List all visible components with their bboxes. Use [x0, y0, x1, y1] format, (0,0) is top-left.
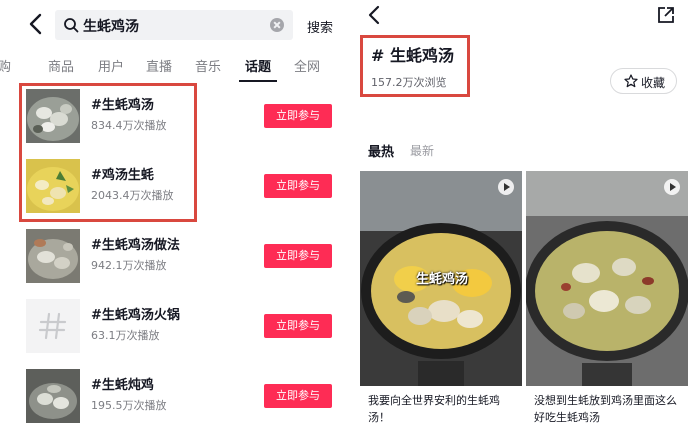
- topic-title: #鸡汤生蚝: [91, 168, 154, 183]
- topic-play-count: 63.1万次播放: [91, 329, 160, 342]
- join-button[interactable]: 立即参与: [264, 384, 332, 408]
- topic-play-count: 834.4万次播放: [91, 119, 167, 132]
- topic-row[interactable]: #生蚝鸡汤火锅 63.1万次播放 立即参与: [0, 292, 346, 360]
- tab-all-web[interactable]: 全网: [294, 56, 320, 75]
- favorite-button[interactable]: 收藏: [610, 68, 677, 94]
- category-tabs: 购 商品 用户 直播 音乐 话题 全网: [0, 52, 346, 82]
- join-button[interactable]: 立即参与: [264, 314, 332, 338]
- join-button[interactable]: 立即参与: [264, 104, 332, 128]
- topic-thumbnail: [26, 159, 80, 213]
- topic-play-count: 942.1万次播放: [91, 259, 167, 272]
- search-results-pane: 生蚝鸡汤 搜索 购 商品 用户 直播 音乐 话题 全网 #生蚝鸡汤 834.4万…: [0, 0, 346, 446]
- tab-music[interactable]: 音乐: [195, 56, 221, 75]
- topic-title: # 生蚝鸡汤: [371, 46, 454, 65]
- topic-play-count: 2043.4万次播放: [91, 189, 174, 202]
- topic-view-count: 157.2万次浏览: [371, 76, 447, 89]
- topic-row[interactable]: #生蚝鸡汤 834.4万次播放 立即参与: [0, 82, 346, 150]
- search-header: 生蚝鸡汤 搜索: [0, 0, 346, 48]
- hash-placeholder-icon: [26, 299, 80, 353]
- share-icon[interactable]: [657, 6, 675, 24]
- clear-icon[interactable]: [270, 18, 284, 32]
- topic-title: #生蚝鸡汤火锅: [91, 308, 180, 323]
- chevron-left-icon[interactable]: [366, 5, 384, 25]
- video-caption: 没想到生蚝放到鸡汤里面这么好吃生蚝鸡汤: [534, 394, 677, 424]
- topic-play-count: 195.5万次播放: [91, 399, 167, 412]
- video-caption: 我要向全世界安利的生蚝鸡汤！: [368, 394, 500, 424]
- search-icon: [64, 18, 79, 33]
- topic-title: #生蚝炖鸡: [91, 378, 154, 393]
- topic-title: #生蚝鸡汤: [91, 98, 154, 113]
- video-card[interactable]: 生蚝鸡汤 我要向全世界安利的生蚝鸡汤！: [360, 171, 522, 446]
- favorite-label: 收藏: [641, 76, 666, 90]
- topic-thumbnail: [26, 229, 80, 283]
- topic-row[interactable]: #生蚝炖鸡 195.5万次播放 立即参与: [0, 362, 346, 430]
- tab-live[interactable]: 直播: [146, 56, 172, 75]
- video-thumbnail: [526, 171, 688, 386]
- search-input[interactable]: 生蚝鸡汤: [55, 10, 293, 40]
- sort-hot-tab[interactable]: 最热: [368, 141, 394, 160]
- search-button[interactable]: 搜索: [307, 17, 333, 36]
- join-button[interactable]: 立即参与: [264, 244, 332, 268]
- tab-topics[interactable]: 话题: [245, 56, 271, 75]
- search-query-text: 生蚝鸡汤: [83, 19, 139, 35]
- star-icon: [624, 74, 638, 88]
- play-icon: [498, 179, 514, 195]
- chevron-left-icon[interactable]: [26, 13, 46, 35]
- tab-users[interactable]: 用户: [98, 56, 124, 75]
- topic-detail-pane: # 生蚝鸡汤 157.2万次浏览 收藏 最热 最新 生蚝鸡汤 我要向全世界安利的…: [354, 0, 694, 446]
- topic-title: #生蚝鸡汤做法: [91, 238, 180, 253]
- video-overlay-text: 生蚝鸡汤: [416, 272, 469, 287]
- pane-divider: [346, 0, 354, 446]
- join-button[interactable]: 立即参与: [264, 174, 332, 198]
- video-card[interactable]: 没想到生蚝放到鸡汤里面这么好吃生蚝鸡汤: [526, 171, 688, 446]
- tab-shop[interactable]: 购: [0, 56, 11, 75]
- topic-row[interactable]: #鸡汤生蚝 2043.4万次播放 立即参与: [0, 152, 346, 220]
- play-icon: [664, 179, 680, 195]
- video-thumbnail: 生蚝鸡汤: [360, 171, 522, 386]
- topic-thumbnail: [26, 369, 80, 423]
- sort-new-tab[interactable]: 最新: [410, 142, 434, 159]
- topic-row[interactable]: #生蚝鸡汤做法 942.1万次播放 立即参与: [0, 222, 346, 290]
- tab-products[interactable]: 商品: [48, 56, 74, 75]
- topic-thumbnail: [26, 89, 80, 143]
